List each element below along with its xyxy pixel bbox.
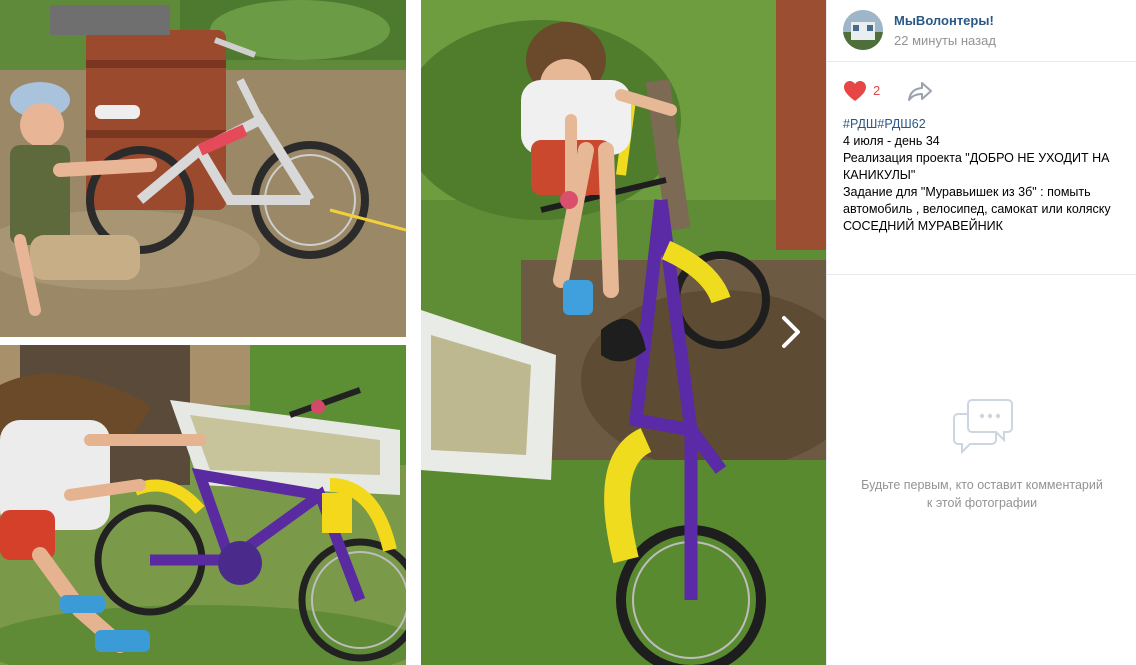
post-line: 4 июля - день 34 (843, 134, 940, 148)
photo-girl-purple-bicycle[interactable] (421, 0, 826, 665)
post-header: МыВолонтеры! 22 минуты назад (827, 0, 1136, 62)
post-line: Реализация проекта "ДОБРО НЕ УХОДИТ НА К… (843, 151, 1110, 182)
photo-viewer (0, 0, 826, 665)
post-time[interactable]: 22 минуты назад (894, 33, 996, 48)
post-line: Задание для "Муравьишек из 3б" : помыть … (843, 185, 1111, 216)
avatar[interactable] (843, 10, 883, 50)
comment-bubble-icon (953, 399, 1013, 455)
empty-comments-message: Будьте первым, кто оставит комментарий к… (861, 478, 1103, 510)
post-sidebar: МыВолонтеры! 22 минуты назад 2 #РДШ#РДШ6… (826, 0, 1136, 665)
comments-divider (827, 274, 1136, 275)
photo-boy-bicycle[interactable] (0, 0, 406, 337)
hashtags-link[interactable]: #РДШ#РДШ62 (843, 116, 1125, 133)
photo-girl-bicycle-bathtub[interactable] (0, 345, 406, 665)
next-photo-button[interactable] (772, 312, 808, 352)
chevron-right-icon (782, 316, 800, 348)
author-name-link[interactable]: МыВолонтеры! (894, 13, 994, 28)
share-arrow-icon[interactable] (907, 80, 933, 102)
post-text: #РДШ#РДШ62 4 июля - день 34 Реализация п… (843, 116, 1125, 235)
post-line: СОСЕДНИЙ МУРАВЕЙНИК (843, 219, 1003, 233)
like-count: 2 (873, 83, 881, 98)
heart-icon (844, 81, 866, 101)
